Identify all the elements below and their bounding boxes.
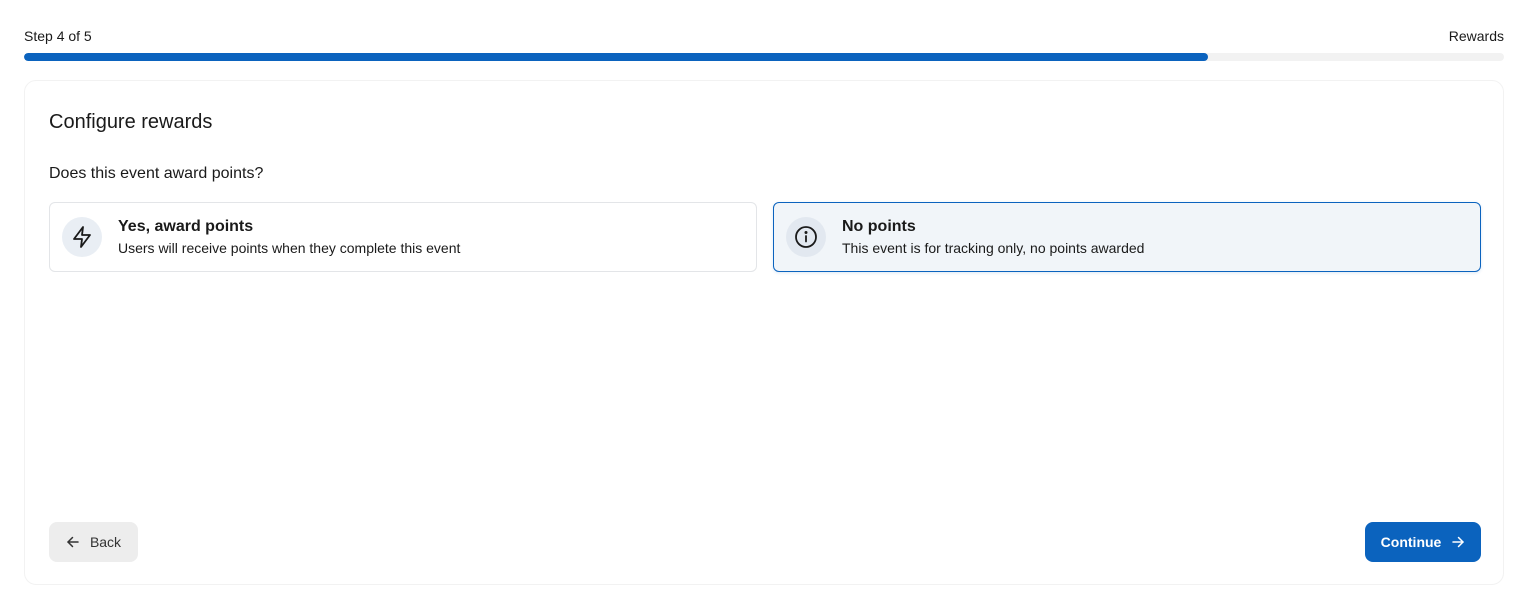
info-icon <box>786 217 826 257</box>
wizard-header: Step 4 of 5 Rewards <box>24 27 1504 45</box>
card-title: Configure rewards <box>49 111 213 133</box>
option-title: No points <box>842 218 916 235</box>
step-name: Rewards <box>1448 28 1504 44</box>
points-question: Does this event award points? <box>49 165 264 182</box>
back-label: Back <box>89 534 122 550</box>
step-counter: Step 4 of 5 <box>24 28 92 44</box>
progress-fill <box>24 53 1208 61</box>
lightning-icon <box>62 217 102 257</box>
option-no-points[interactable]: No points This event is for tracking onl… <box>773 202 1481 272</box>
arrow-right-icon <box>1451 535 1465 549</box>
option-description: This event is for tracking only, no poin… <box>842 240 1145 256</box>
arrow-left-icon <box>66 535 80 549</box>
option-description: Users will receive points when they comp… <box>118 240 461 256</box>
option-award-points[interactable]: Yes, award points Users will receive poi… <box>49 202 757 272</box>
progress-bar <box>24 53 1504 61</box>
option-title: Yes, award points <box>118 218 254 235</box>
continue-label: Continue <box>1380 534 1442 550</box>
rewards-card: Configure rewards Does this event award … <box>24 80 1504 585</box>
continue-button[interactable]: Continue <box>1365 522 1481 562</box>
back-button[interactable]: Back <box>49 522 138 562</box>
